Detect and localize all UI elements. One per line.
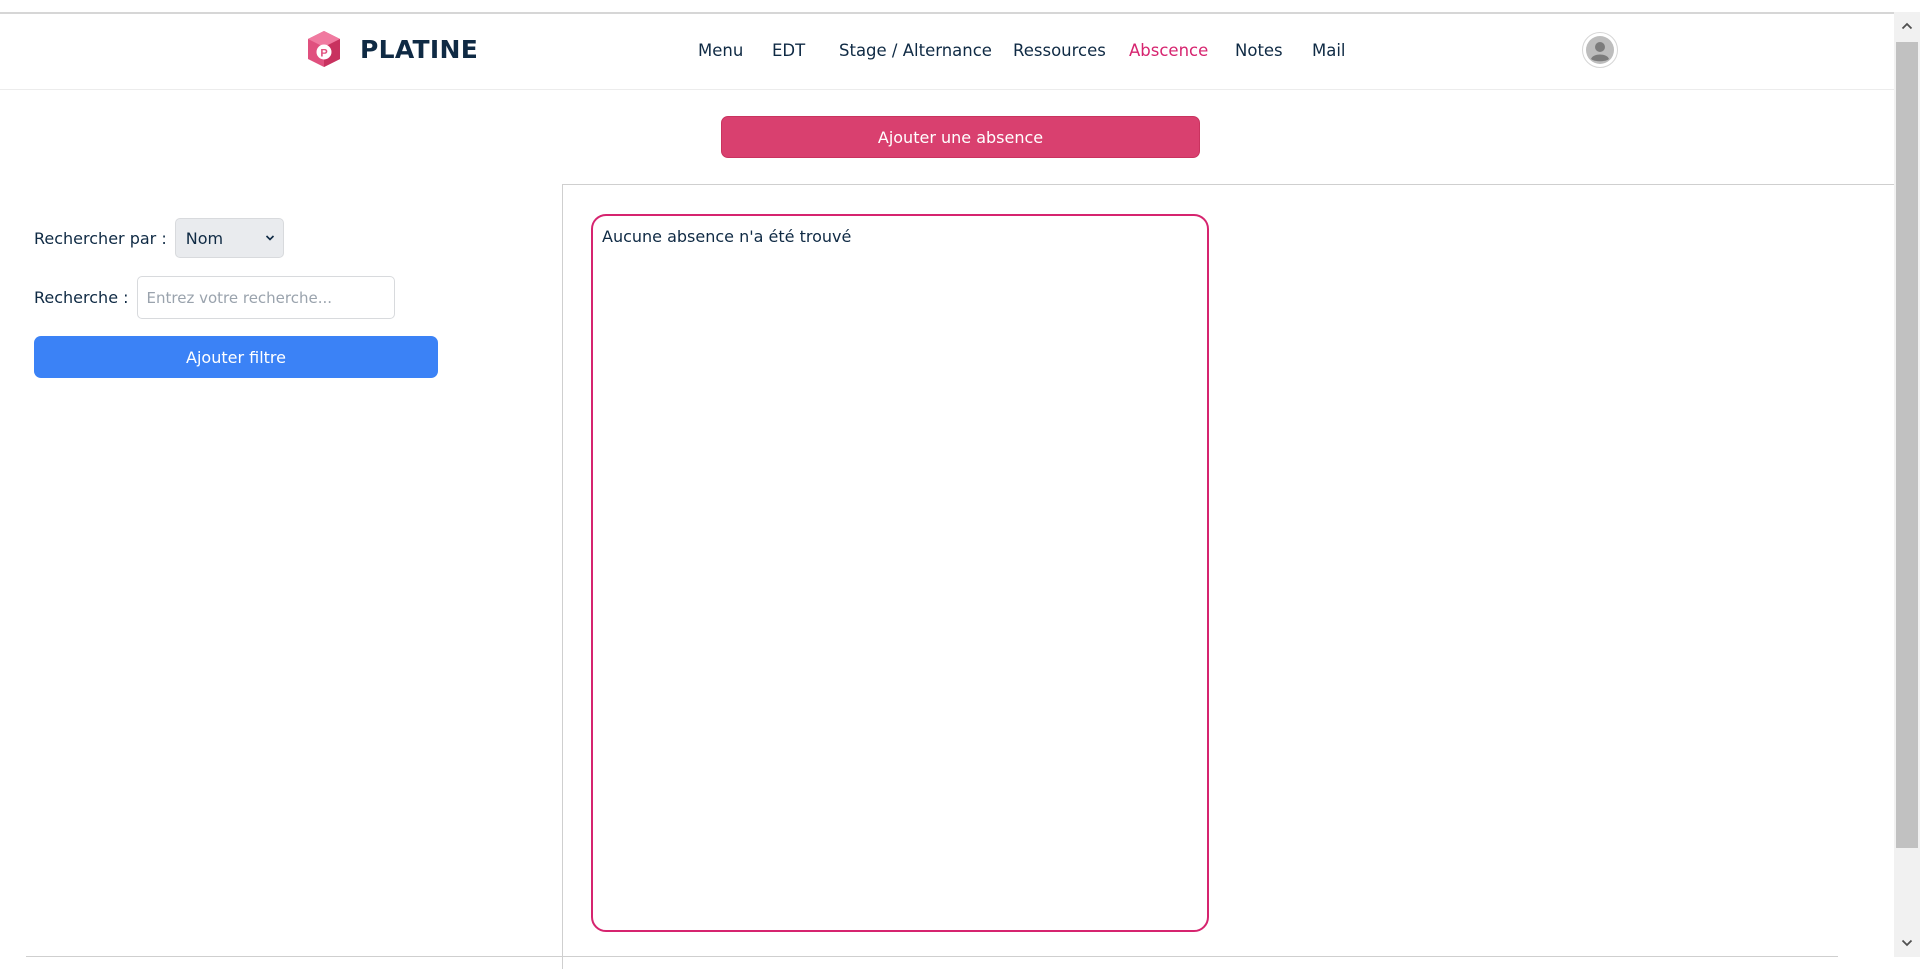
nav-item-ressources[interactable]: Ressources [1013, 41, 1106, 60]
scroll-thumb[interactable] [1896, 42, 1918, 848]
add-filter-button[interactable]: Ajouter filtre [34, 336, 438, 378]
chevron-up-icon [1901, 22, 1913, 30]
user-avatar[interactable] [1582, 32, 1618, 68]
search-input[interactable] [136, 276, 395, 319]
nav-item-menu[interactable]: Menu [698, 41, 743, 60]
search-by-label: Rechercher par : [34, 228, 167, 248]
search-row: Recherche : [34, 276, 454, 319]
absence-results-box: Aucune absence n'a été trouvé [591, 214, 1209, 932]
search-by-select[interactable]: Nom [174, 218, 284, 258]
nav-item-edt[interactable]: EDT [772, 41, 805, 60]
content-area: Aucune absence n'a été trouvé [562, 184, 1894, 969]
scroll-down-button[interactable] [1894, 929, 1920, 957]
vertical-scrollbar[interactable] [1894, 12, 1920, 957]
bottom-divider [26, 956, 1838, 957]
nav-item-notes[interactable]: Notes [1235, 41, 1283, 60]
navbar: P PLATINE Menu EDT Stage / Alternance Re… [0, 14, 1894, 90]
nav-item-stage-alternance[interactable]: Stage / Alternance [839, 41, 992, 60]
empty-results-message: Aucune absence n'a été trouvé [602, 227, 852, 246]
add-absence-button[interactable]: Ajouter une absence [721, 116, 1200, 158]
nav-item-abscence[interactable]: Abscence [1129, 41, 1208, 60]
nav-item-mail[interactable]: Mail [1312, 41, 1346, 60]
user-avatar-icon [1586, 36, 1614, 64]
chevron-down-icon [1901, 939, 1913, 947]
search-by-row: Rechercher par : Nom [34, 218, 454, 258]
search-by-selected-value: Nom [185, 228, 224, 248]
filter-panel: Rechercher par : Nom Recherche : Ajouter… [34, 218, 454, 378]
search-label: Recherche : [34, 288, 129, 307]
scroll-up-button[interactable] [1894, 12, 1920, 40]
chevron-down-icon [265, 235, 274, 241]
